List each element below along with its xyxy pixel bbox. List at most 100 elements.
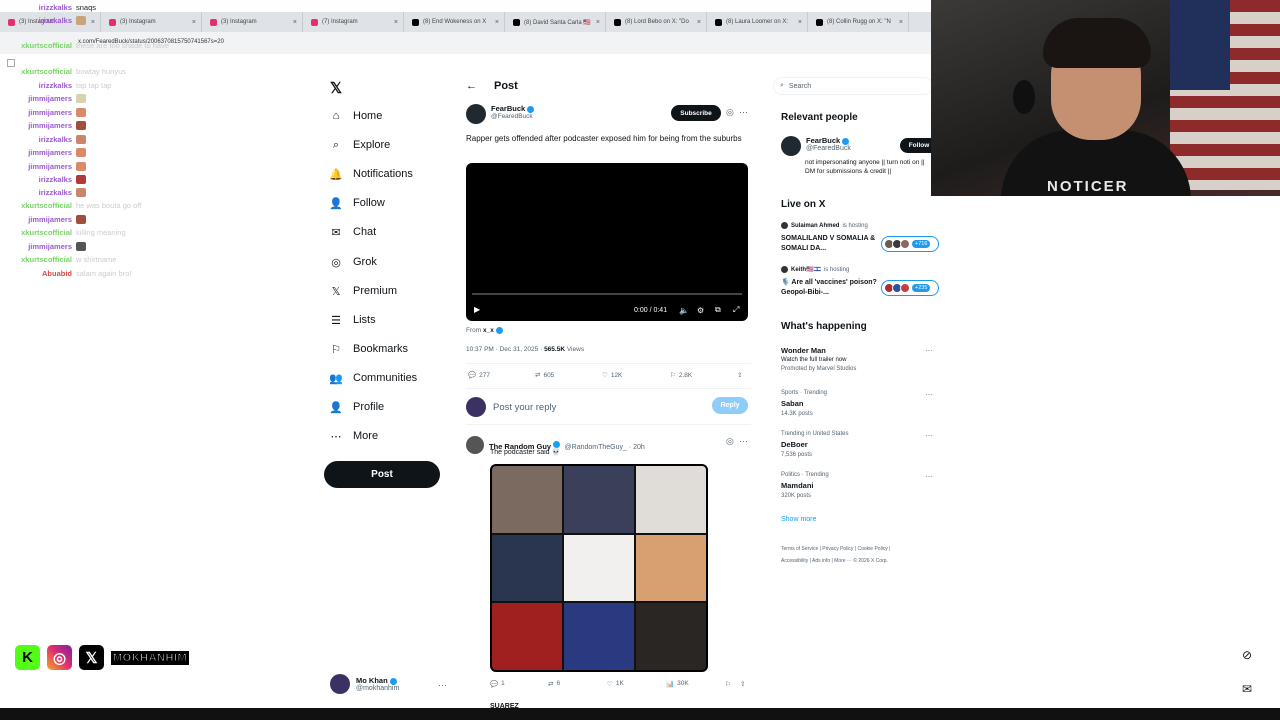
post-author[interactable]: FearBuck @FearedBuck (466, 104, 535, 124)
footer-links[interactable]: Terms of Service | Privacy Policy | Cook… (781, 543, 931, 567)
settings-gear-icon[interactable]: ⚙ (697, 306, 704, 315)
collage-image[interactable] (636, 466, 706, 533)
live-space[interactable]: Sulaiman Ahmed is hosting SOMALILAND V SOM… (781, 222, 877, 254)
back-arrow-icon[interactable]: ← (466, 80, 477, 92)
nav-item-communities[interactable]: 👥 Communities (329, 368, 417, 388)
grok-icon[interactable]: ◎ (726, 436, 734, 447)
footer-line[interactable]: Terms of Service | Privacy Policy | Cook… (781, 543, 931, 555)
search-input[interactable]: ⌕ Search (773, 77, 933, 95)
video-player[interactable]: ▶ 0:00 / 0:41 🔈 ⚙ ⧉ ⤢ (466, 163, 748, 321)
tab-close-icon[interactable]: × (899, 19, 903, 26)
reply-like-action[interactable]: ♡ 1K (607, 680, 624, 688)
reply-author-avatar[interactable] (466, 436, 484, 454)
nav-item-profile[interactable]: 👤 Profile (329, 397, 384, 417)
trend-more-icon[interactable]: ··· (925, 472, 933, 481)
author-avatar[interactable] (466, 104, 486, 124)
trend-item[interactable]: Sports · Trending Saban 14.3K posts ··· (781, 390, 941, 417)
like-action[interactable]: ♡ 12K (602, 371, 622, 380)
bookmark-icon[interactable]: ⚐ (725, 680, 731, 688)
fullscreen-icon[interactable]: ⤢ (733, 305, 739, 315)
nav-item-premium[interactable]: 𝕏 Premium (330, 281, 397, 301)
bookmark-action[interactable]: ⚐ 2.8K (670, 371, 692, 380)
listeners-pill[interactable]: +235 (881, 280, 939, 296)
post-timestamp[interactable]: 10:37 PM · Dec 31, 2025 · (466, 346, 542, 353)
reply-more-icon[interactable]: ··· (739, 436, 748, 446)
nav-item-bookmarks[interactable]: ⚐ Bookmarks (330, 339, 408, 359)
trend-more-icon[interactable]: ··· (925, 390, 933, 399)
video-progress-bar[interactable] (472, 293, 742, 295)
reply-repost-action[interactable]: ⇄ 6 (548, 680, 560, 688)
chat-username: xkurtscofficial (21, 254, 72, 264)
tab-close-icon[interactable]: × (394, 19, 398, 26)
nav-item-lists[interactable]: ☰ Lists (330, 310, 376, 330)
account-more-icon[interactable]: ··· (438, 680, 447, 690)
reply-views-action[interactable]: 📊 30K (666, 680, 689, 688)
collage-image[interactable] (492, 603, 562, 670)
nav-item-follow[interactable]: 👤 Follow (329, 193, 385, 213)
trend-more-icon[interactable]: ··· (925, 431, 933, 440)
reply-button[interactable]: Reply (712, 397, 748, 414)
nav-item-notifications[interactable]: 🔔 Notifications (329, 164, 413, 184)
from-user[interactable]: x_x (483, 327, 494, 334)
live-space[interactable]: Keith🇺🇸🇮🇱 is hosting 🎙️ Are all 'vaccines'… (781, 266, 877, 298)
browser-tab[interactable]: (8) Lord Bebo on X: "Do × (606, 12, 707, 32)
nav-item-grok[interactable]: ◎ Grok (330, 252, 377, 272)
grok-icon[interactable]: ◎ (726, 107, 734, 118)
tab-close-icon[interactable]: × (293, 19, 297, 26)
grok-float-icon[interactable]: ⊘ (1242, 648, 1252, 662)
reply-input[interactable]: Post your reply (493, 402, 556, 413)
collage-image[interactable] (564, 534, 634, 602)
browser-tab[interactable]: (8) David Santa Carla 🇺🇸 × (505, 12, 606, 32)
tab-close-icon[interactable]: × (495, 19, 499, 26)
share-icon[interactable]: ⇪ (737, 371, 742, 379)
relevant-person[interactable]: FearBuck @FearedBuck (781, 136, 851, 156)
listeners-pill[interactable]: +716 (881, 236, 939, 252)
collage-image[interactable] (636, 534, 706, 602)
account-switcher[interactable]: Mo Khan @mokhanhim (330, 674, 399, 694)
reply-action[interactable]: 💬 277 (468, 371, 490, 380)
collage-image[interactable] (564, 603, 634, 670)
share-icon[interactable]: ⇪ (740, 680, 745, 688)
reply-image-collage[interactable] (490, 464, 708, 672)
collage-image[interactable] (636, 603, 706, 670)
nav-item-home[interactable]: ⌂ Home (330, 106, 383, 126)
play-icon[interactable]: ▶ (474, 305, 480, 314)
reply-reply-action[interactable]: 💬 1 (490, 680, 505, 688)
reply-composer[interactable]: Post your reply (466, 397, 556, 417)
browser-tab[interactable]: (8) Laura Loomer on X: × (707, 12, 808, 32)
person-avatar[interactable] (781, 136, 801, 156)
post-more-icon[interactable]: ··· (739, 107, 748, 117)
browser-tab[interactable]: (8) End Wokeness on X × (404, 12, 505, 32)
nav-item-more[interactable]: ⋯ More (330, 426, 379, 446)
pip-icon[interactable]: ⧉ (715, 305, 721, 315)
trend-item[interactable]: Wonder Man Watch the full trailer now Prom… (781, 346, 941, 372)
kick-icon: K (15, 645, 40, 670)
browser-tab[interactable]: (7) Instagram × (303, 12, 404, 32)
collage-image[interactable] (564, 466, 634, 533)
post-button[interactable]: Post (324, 461, 440, 488)
show-more-link[interactable]: Show more (781, 516, 816, 523)
listener-avatar (900, 283, 910, 293)
nav-item-explore[interactable]: ⌕ Explore (330, 135, 390, 155)
person-name[interactable]: FearBuck (806, 136, 840, 145)
browser-tab[interactable]: (8) Collin Rugg on X: "N × (808, 12, 909, 32)
nav-item-chat[interactable]: ✉ Chat (330, 222, 376, 242)
reply-author-handle[interactable]: @RandomTheGuy_ · 20h (565, 444, 645, 451)
person-handle[interactable]: @FearedBuck (806, 145, 851, 152)
x-logo-icon[interactable]: 𝕏 (330, 79, 342, 97)
collage-image[interactable] (492, 466, 562, 533)
trend-more-icon[interactable]: ··· (925, 346, 933, 355)
repost-action[interactable]: ⇄ 605 (535, 371, 554, 380)
author-handle[interactable]: @FearedBuck (491, 113, 534, 120)
subscribe-button[interactable]: Subscribe (671, 105, 721, 121)
volume-icon[interactable]: 🔈 (679, 306, 689, 315)
tab-close-icon[interactable]: × (697, 19, 701, 26)
messages-float-icon[interactable]: ✉ (1242, 682, 1252, 696)
trend-item[interactable]: Trending in United States DeBoer 7,536 pos… (781, 431, 941, 458)
collage-image[interactable] (492, 534, 562, 602)
trend-item[interactable]: Politics · Trending Mamdani 320K posts ··· (781, 472, 941, 499)
tab-close-icon[interactable]: × (798, 19, 802, 26)
author-name[interactable]: FearBuck (491, 104, 525, 113)
footer-line[interactable]: Accessibility | Ads info | More ··· © 20… (781, 555, 931, 567)
tab-close-icon[interactable]: × (596, 19, 600, 26)
